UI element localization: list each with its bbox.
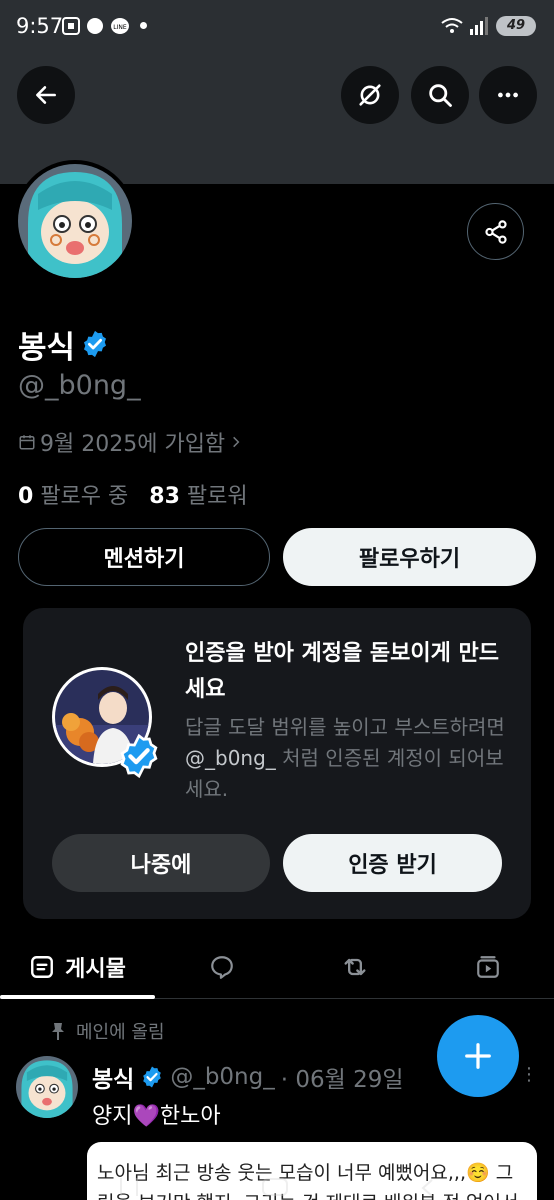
tab-posts[interactable]: 게시물 <box>0 935 155 999</box>
followers-link[interactable]: 83 팔로워 <box>149 484 247 509</box>
profile-handle: @_b0ng_ <box>18 370 141 401</box>
tab-posts-label: 게시물 <box>65 957 126 982</box>
reposts-icon <box>344 958 365 976</box>
profile-avatar[interactable] <box>14 160 136 282</box>
get-verified-button[interactable]: 인증 받기 <box>283 834 502 892</box>
profile-tabs: 게시물 <box>0 935 554 999</box>
post-author-handle: @_b0ng_ <box>170 1064 275 1090</box>
pinned-label: 메인에 올림 <box>76 1022 165 1043</box>
search-icon <box>429 84 452 107</box>
posts-icon <box>31 956 54 978</box>
share-button[interactable] <box>467 203 524 260</box>
status-bar: 9:57 LINE 49 <box>0 0 554 52</box>
more-icon <box>498 92 518 98</box>
plus-icon <box>465 1043 491 1069</box>
promo-body-pre: 답글 도달 범위를 높이고 부스트하려면 <box>185 715 505 739</box>
signal-icon <box>470 17 488 35</box>
following-label: 팔로우 중 <box>40 484 129 509</box>
tab-media[interactable] <box>421 935 554 999</box>
display-name: 봉식 <box>18 330 76 366</box>
promo-verified-badge-icon <box>120 733 158 779</box>
later-button[interactable]: 나중에 <box>52 834 270 892</box>
notification-dot <box>140 22 147 29</box>
promo-body-handle: @_b0ng_ <box>185 746 276 770</box>
post-verified-badge-icon <box>143 1066 162 1088</box>
post-header: 봉식 @_b0ng_ · 06월 29일 <box>92 1060 404 1094</box>
post-quote-image[interactable]: 노아님 최근 방송 웃는 모습이 너무 예뻤어요,,,☺️ 그림을 보기만 했지… <box>87 1142 537 1200</box>
replies-icon <box>210 956 233 979</box>
svg-text:LINE: LINE <box>113 24 127 31</box>
search-button[interactable] <box>411 66 469 124</box>
active-tab-indicator <box>0 995 155 999</box>
promo-title: 인증을 받아 계정을 돋보이게 만드세요 <box>185 641 499 702</box>
nav-hint-back-icon <box>421 1179 433 1197</box>
promo-body: 답글 도달 범위를 높이고 부스트하려면 @_b0ng_ 처럼 인증된 계정이 … <box>185 712 505 805</box>
post-date: · 06월 29일 <box>280 1067 404 1093</box>
grok-icon <box>359 84 381 106</box>
grok-button[interactable] <box>341 66 399 124</box>
screenshot-icon <box>62 17 80 35</box>
line-app-icon: LINE <box>111 18 129 34</box>
joined-date[interactable]: 9월 2025에 가입함 <box>18 426 243 458</box>
media-icon <box>476 956 499 978</box>
verified-badge-icon <box>84 330 106 358</box>
followers-count: 83 <box>149 484 180 509</box>
post-author-name[interactable]: 봉식 <box>92 1060 134 1094</box>
post-text: 양지💜한노아 <box>92 1104 221 1129</box>
followers-label: 팔로워 <box>186 484 248 509</box>
wifi-icon <box>441 18 463 33</box>
tab-reposts[interactable] <box>288 935 421 999</box>
joined-text: 9월 2025에 가입함 <box>40 432 226 457</box>
chat-icon <box>87 18 103 34</box>
compose-button[interactable] <box>437 1015 519 1097</box>
post-avatar-image <box>16 1056 78 1118</box>
nav-hint-recents <box>120 1178 138 1196</box>
more-button[interactable] <box>479 66 537 124</box>
calendar-icon <box>19 435 35 450</box>
mention-button[interactable]: 멘션하기 <box>18 528 270 586</box>
pinned-indicator: 메인에 올림 <box>50 1018 165 1044</box>
post-author-avatar[interactable] <box>16 1056 78 1118</box>
tab-replies[interactable] <box>155 935 288 999</box>
follow-button[interactable]: 팔로우하기 <box>283 528 536 586</box>
share-icon <box>484 219 507 244</box>
post-more-icon[interactable]: ⋮ <box>520 1064 538 1085</box>
follow-stats: 0 팔로우 중 83 팔로워 <box>18 478 248 510</box>
avatar-image <box>18 164 132 278</box>
pin-icon <box>52 1023 64 1040</box>
nav-hint-home <box>262 1178 288 1196</box>
back-button[interactable] <box>17 66 75 124</box>
following-count: 0 <box>18 484 34 509</box>
battery-indicator: 49 <box>496 16 536 36</box>
chevron-right-icon <box>233 436 240 448</box>
back-arrow-icon <box>36 86 56 104</box>
following-link[interactable]: 0 팔로우 중 <box>18 484 128 509</box>
status-time: 9:57 <box>16 14 64 38</box>
